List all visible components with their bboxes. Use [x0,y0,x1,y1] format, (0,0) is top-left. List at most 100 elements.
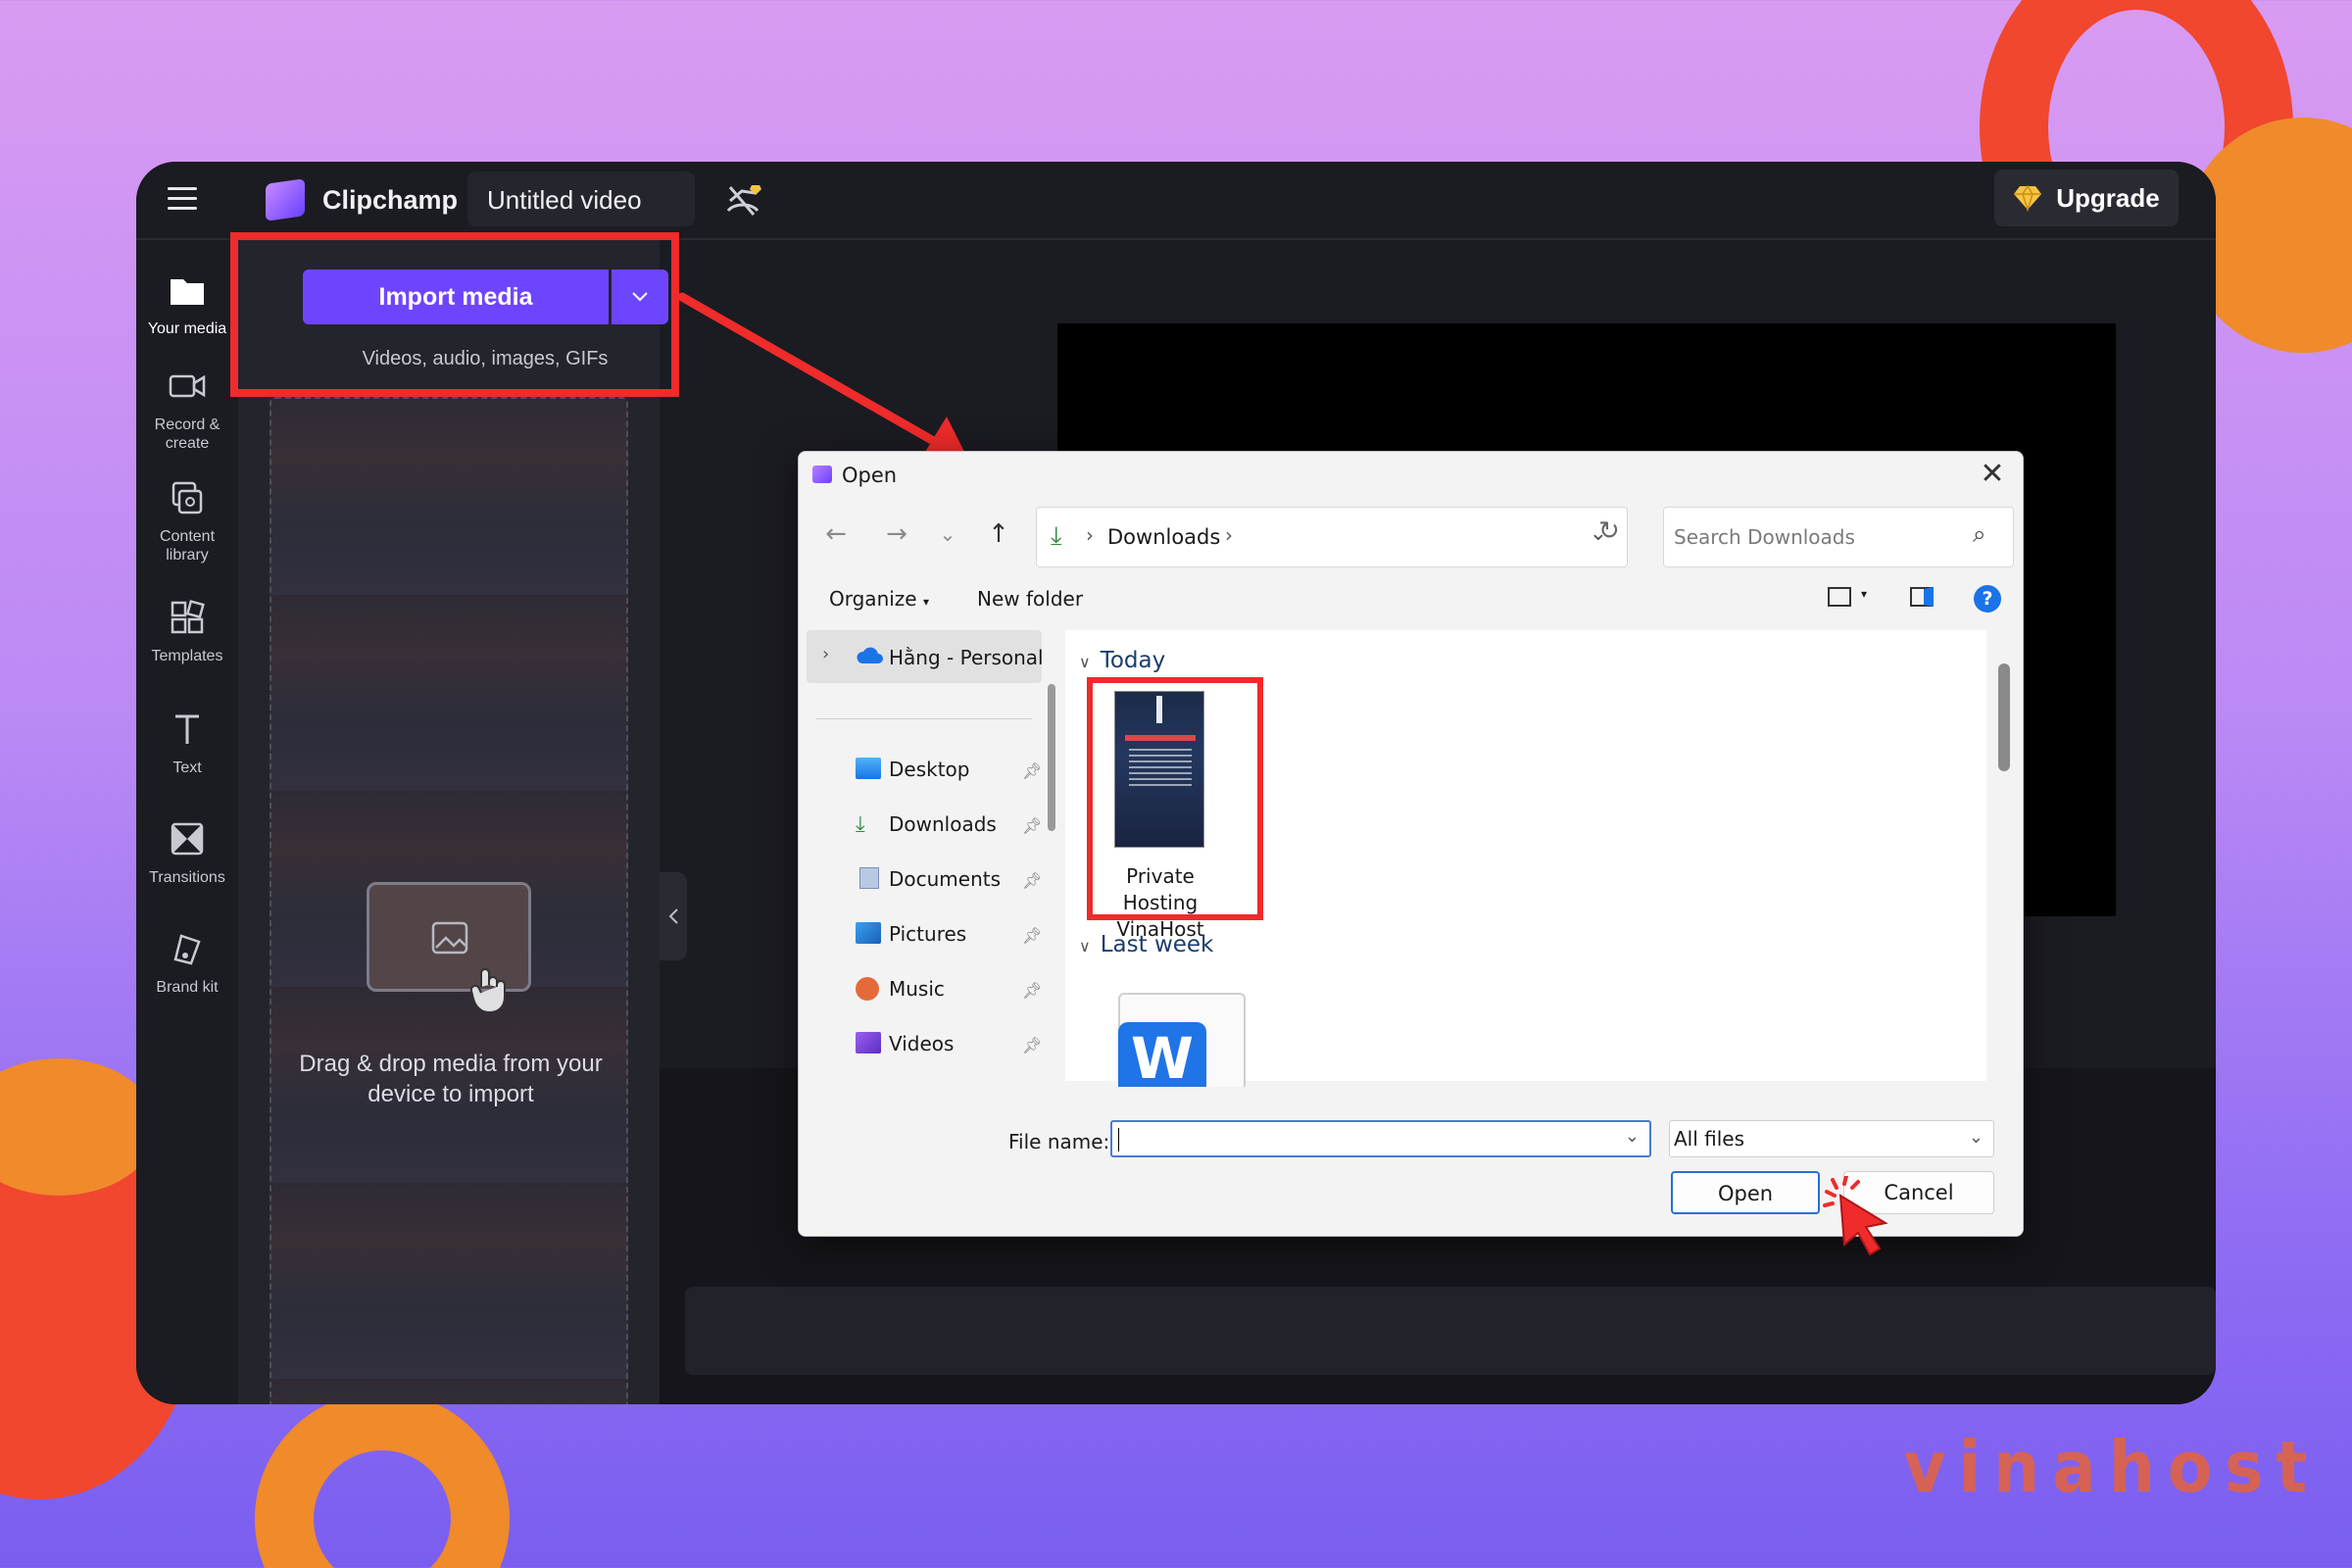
documents-icon [859,867,879,889]
pin-icon: 📌︎ [1022,926,1043,945]
open-button[interactable]: Open [1671,1171,1820,1214]
bg-blob-bottom-left-2 [255,1392,510,1568]
close-icon[interactable]: ✕ [1976,458,2009,491]
rail-label: Brand kit [156,979,219,996]
breadcrumb-separator-icon: › [1086,523,1094,547]
new-folder-button[interactable]: New folder [977,587,1083,611]
pin-icon: 📌︎ [1022,981,1043,1000]
folder-icon [171,279,204,305]
refresh-icon[interactable]: ↻ [1598,516,1620,546]
collapse-chevron-icon: ∨ [1079,937,1091,956]
content-scrollbar[interactable] [1998,663,2010,771]
camera-icon [169,374,206,398]
clipchamp-small-icon [812,466,832,483]
organize-menu[interactable]: Organize ▾ [829,587,929,611]
file-type-select[interactable]: All files ⌄ [1669,1120,1994,1157]
chevron-down-icon[interactable]: ⌄ [1625,1126,1640,1147]
top-bar: Clipchamp Untitled video Upgrade [136,162,2216,240]
nav-scrollbar[interactable] [1048,684,1055,831]
rail-item-record[interactable]: Record & create [136,368,238,453]
rail-item-transitions[interactable]: Transitions [136,820,238,887]
pictures-icon [856,922,881,944]
highlight-box-file [1087,677,1263,920]
library-icon [172,481,203,514]
left-rail: Your media Record & create Content libra… [136,240,238,1404]
group-header-today[interactable]: ∨ Today [1079,648,1165,673]
project-title[interactable]: Untitled video [467,172,695,226]
nav-item-downloads[interactable]: Downloads [889,812,997,836]
desktop-icon [856,758,881,779]
group-header-last-week[interactable]: ∨ Last week [1079,932,1213,957]
file-type-value: All files [1674,1127,1745,1151]
nav-root-onedrive[interactable]: Hằng - Personal [889,646,1044,669]
timeline-track[interactable] [685,1287,2216,1375]
view-dropdown-icon[interactable]: ▾ [1861,587,1867,601]
pin-icon: 📌︎ [1022,761,1043,780]
downloads-icon: ⤓ [856,812,865,837]
dialog-titlebar: Open ✕ [799,452,2023,499]
search-input[interactable]: Search Downloads [1663,507,2014,567]
brand-kit-icon [173,934,201,965]
click-cursor-icon [1823,1176,1888,1256]
pin-icon: 📌︎ [1022,871,1043,890]
rail-item-content-library[interactable]: Content library [136,479,238,564]
rail-item-your-media[interactable]: Your media [136,271,238,338]
transitions-icon [171,822,204,856]
upgrade-button[interactable]: Upgrade [1994,170,2179,226]
nav-item-videos[interactable]: Videos [889,1032,954,1055]
chevron-left-icon [668,908,678,924]
rail-label: Text [172,760,202,776]
nav-item-music[interactable]: Music [889,977,945,1001]
download-arrow-icon: ⤓ [1051,521,1062,551]
nav-item-pictures[interactable]: Pictures [889,922,966,946]
rail-item-text[interactable]: Text [136,710,238,777]
rail-label: Record & create [154,416,220,452]
rail-label: Templates [151,648,223,664]
file-name-field-label: File name: [1008,1130,1110,1153]
file-content-pane: ∨ Today Private Hosting VinaHost ∨ Last we… [1065,630,1986,1092]
red-arrow-annotation [677,292,970,464]
up-arrow-icon[interactable]: ↑ [981,516,1016,552]
diamond-icon [2014,184,2042,212]
clipchamp-logo-icon [266,178,305,221]
rail-item-templates[interactable]: Templates [136,599,238,665]
view-mode-icon[interactable] [1828,587,1851,607]
dialog-nav-row: ← → ⌄ ↑ ⤓ › Downloads › ⌄ ↻ Search Downl… [799,507,2023,569]
navigation-pane: › Hằng - Personal Desktop 📌︎ ⤓ Downloads… [799,630,1061,1081]
rail-label: Your media [147,320,227,337]
group-label: Today [1100,648,1166,673]
preview-pane-icon[interactable] [1910,587,1934,607]
collapse-panel-button[interactable] [660,872,687,960]
word-doc-icon: W [1118,1022,1206,1092]
help-icon[interactable]: ? [1974,585,2001,612]
breadcrumb-downloads[interactable]: Downloads [1107,525,1220,549]
drop-image-placeholder [367,882,531,1014]
upgrade-label: Upgrade [2056,182,2160,213]
hand-cursor-icon [469,968,506,1014]
collapse-chevron-icon: ∨ [1079,653,1091,671]
videos-icon [856,1032,881,1054]
rail-label: Content library [159,528,216,564]
pin-icon: 📌︎ [1022,1036,1043,1054]
menu-icon[interactable] [168,187,197,211]
brand-name: Clipchamp [322,185,459,215]
vinahost-watermark: vinahost [1903,1426,2320,1508]
music-icon [856,977,879,1001]
organize-label: Organize [829,587,917,611]
forward-arrow-icon[interactable]: → [879,516,914,552]
text-icon [175,714,199,744]
file-name-input[interactable]: ⌄ [1110,1120,1651,1157]
premium-off-icon[interactable] [724,181,763,219]
cloud-icon [857,647,883,663]
nav-item-desktop[interactable]: Desktop [889,758,969,781]
back-arrow-icon[interactable]: ← [818,516,854,552]
expand-chevron-icon[interactable]: › [822,644,829,664]
nav-divider [816,718,1032,719]
rail-item-brand-kit[interactable]: Brand kit [136,930,238,997]
recent-chevron-icon[interactable]: ⌄ [930,516,965,552]
address-bar[interactable]: ⤓ › Downloads › ⌄ [1036,507,1628,567]
search-icon[interactable]: ⌕ [1973,520,2009,548]
pin-icon: 📌︎ [1022,816,1043,835]
nav-item-documents[interactable]: Documents [889,867,1001,891]
media-panel [238,240,660,1404]
